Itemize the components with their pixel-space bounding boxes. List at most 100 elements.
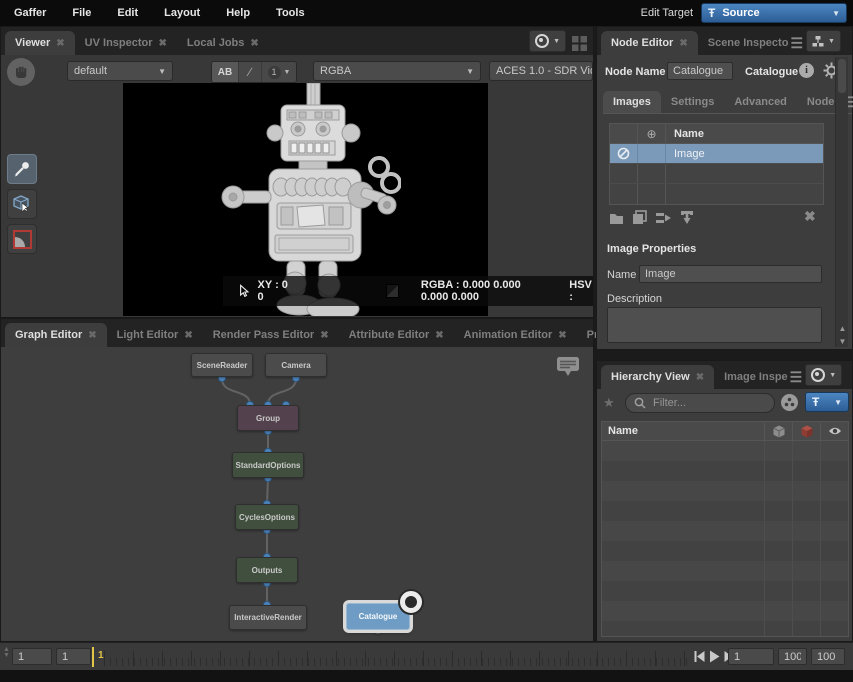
- tab-settings[interactable]: Settings: [661, 91, 724, 113]
- image-name-input[interactable]: [639, 265, 822, 283]
- layout-grid-icon[interactable]: [572, 36, 587, 51]
- node-camera[interactable]: Camera: [265, 353, 327, 377]
- filter-field[interactable]: [625, 393, 775, 413]
- close-icon[interactable]: ✖: [435, 330, 443, 341]
- menu-layout[interactable]: Layout: [164, 7, 200, 19]
- focus-target-button[interactable]: ▼: [805, 364, 842, 386]
- tab-graph-editor[interactable]: Graph Editor✖: [5, 323, 107, 347]
- frame-field[interactable]: [56, 648, 91, 665]
- selection-tool[interactable]: [7, 189, 37, 219]
- tab-image-inspector[interactable]: Image Inspe: [714, 365, 790, 389]
- tab-render-pass-editor[interactable]: Render Pass Editor✖: [203, 323, 339, 347]
- tab-animation-editor[interactable]: Animation Editor✖: [454, 323, 577, 347]
- node-name-input[interactable]: [667, 62, 733, 80]
- edit-target-dropdown[interactable]: Ŧ Source ▼: [701, 3, 847, 23]
- tab-local-jobs[interactable]: Local Jobs✖: [177, 31, 269, 55]
- tab-viewer[interactable]: Viewer✖: [5, 31, 75, 55]
- tab-advanced[interactable]: Advanced: [724, 91, 797, 113]
- menu-gaffer[interactable]: Gaffer: [14, 7, 46, 19]
- close-icon[interactable]: ✖: [159, 38, 167, 49]
- node-scenereader[interactable]: SceneReader: [191, 353, 253, 377]
- chevron-down-icon: ▼: [158, 67, 166, 76]
- close-icon[interactable]: ✖: [250, 38, 258, 49]
- info-icon[interactable]: i: [799, 63, 814, 78]
- menu-edit[interactable]: Edit: [117, 7, 138, 19]
- playback-end-field[interactable]: [811, 648, 845, 665]
- node-group[interactable]: Group: [237, 405, 299, 431]
- tab-list-icon[interactable]: ☰: [790, 36, 803, 50]
- close-icon[interactable]: ✖: [56, 38, 64, 49]
- pan-hand-icon[interactable]: [7, 58, 35, 86]
- node-outputs[interactable]: Outputs: [236, 557, 298, 583]
- skip-to-start-icon[interactable]: [694, 650, 705, 663]
- tab-node-editor[interactable]: Node Editor✖: [601, 31, 698, 55]
- view-select[interactable]: default ▼: [67, 61, 173, 81]
- target-icon: [535, 34, 549, 48]
- exclude-filter-column[interactable]: [792, 422, 820, 440]
- focus-target-button[interactable]: ▼: [529, 30, 566, 52]
- tab-light-editor[interactable]: Light Editor✖: [107, 323, 203, 347]
- scope-dropdown[interactable]: Ŧ ▼: [805, 392, 849, 412]
- edit-target-value: Source: [722, 7, 759, 19]
- node-standardoptions[interactable]: StandardOptions: [232, 452, 304, 478]
- node-editor-scrollbar[interactable]: ▲ ▼: [835, 57, 848, 347]
- node-cyclesoptions[interactable]: CyclesOptions: [235, 504, 299, 530]
- timeline-ruler[interactable]: [104, 649, 690, 666]
- eye-icon: [828, 426, 842, 436]
- graph-canvas[interactable]: SceneReader Camera Group StandardOptions…: [1, 347, 593, 641]
- add-image-icon[interactable]: [609, 211, 624, 225]
- image-row[interactable]: Image: [610, 144, 823, 164]
- hierarchy-table-body[interactable]: [601, 441, 849, 637]
- spinner-icons[interactable]: ▲▼: [3, 647, 10, 659]
- focus-ring-icon[interactable]: [400, 591, 422, 613]
- tab-attribute-editor[interactable]: Attribute Editor✖: [339, 323, 454, 347]
- menu-help[interactable]: Help: [226, 7, 250, 19]
- current-frame-field[interactable]: [12, 648, 52, 665]
- tab-hierarchy-view[interactable]: Hierarchy View✖: [601, 365, 714, 389]
- remove-image-icon[interactable]: ✖: [804, 208, 816, 225]
- bookmark-star-icon[interactable]: ★: [603, 395, 615, 411]
- table-row: [602, 601, 848, 621]
- close-icon[interactable]: ✖: [88, 330, 96, 341]
- node-graph-pin-button[interactable]: ▼: [806, 30, 841, 52]
- tab-scene-inspector[interactable]: Scene Inspecto: [698, 31, 791, 55]
- display-transform-select[interactable]: ACES 1.0 - SDR Video: [489, 61, 593, 81]
- include-filter-column[interactable]: [764, 422, 792, 440]
- filter-input[interactable]: [651, 396, 765, 410]
- image-actions: [609, 210, 694, 225]
- close-icon[interactable]: ✖: [184, 330, 192, 341]
- tab-uv-inspector[interactable]: UV Inspector✖: [75, 31, 177, 55]
- close-icon[interactable]: ✖: [320, 330, 328, 341]
- close-icon[interactable]: ✖: [679, 38, 687, 49]
- description-input[interactable]: [607, 307, 822, 343]
- menu-tools[interactable]: Tools: [276, 7, 305, 19]
- duplicate-image-icon[interactable]: [632, 210, 647, 225]
- crop-window-tool[interactable]: [7, 224, 37, 254]
- scroll-down-icon[interactable]: ▼: [836, 337, 849, 346]
- tab-list-icon[interactable]: ☰: [790, 370, 803, 384]
- compare-image-button[interactable]: 1 ▼: [261, 62, 296, 82]
- tab-images[interactable]: Images: [603, 91, 661, 113]
- export-image-icon[interactable]: [655, 211, 672, 225]
- playhead[interactable]: [92, 647, 94, 667]
- images-table-header: ⊕ Name: [610, 124, 823, 144]
- node-interactiverender[interactable]: InteractiveRender: [229, 605, 307, 630]
- rgba-readout: RGBA : 0.000 0.000 0.000 0.000: [421, 279, 551, 303]
- play-icon[interactable]: [709, 650, 720, 663]
- edit-scope-icon: Ŧ: [812, 395, 819, 409]
- range-start-field[interactable]: [728, 648, 774, 665]
- visibility-column[interactable]: [820, 422, 848, 440]
- annotation-bubble-icon[interactable]: [555, 355, 581, 379]
- color-picker-tool[interactable]: [7, 154, 37, 184]
- range-end-field[interactable]: [778, 648, 807, 665]
- table-row: [602, 541, 848, 561]
- filter-options-icon[interactable]: [781, 394, 798, 411]
- scroll-up-icon[interactable]: ▲: [836, 324, 849, 333]
- wipe-icon[interactable]: ∕: [238, 62, 261, 82]
- menu-file[interactable]: File: [72, 7, 91, 19]
- channels-select[interactable]: RGBA ▼: [313, 61, 481, 81]
- extract-image-icon[interactable]: [680, 210, 694, 225]
- compare-ab-button[interactable]: AB: [212, 62, 238, 82]
- close-icon[interactable]: ✖: [696, 372, 704, 383]
- close-icon[interactable]: ✖: [558, 330, 566, 341]
